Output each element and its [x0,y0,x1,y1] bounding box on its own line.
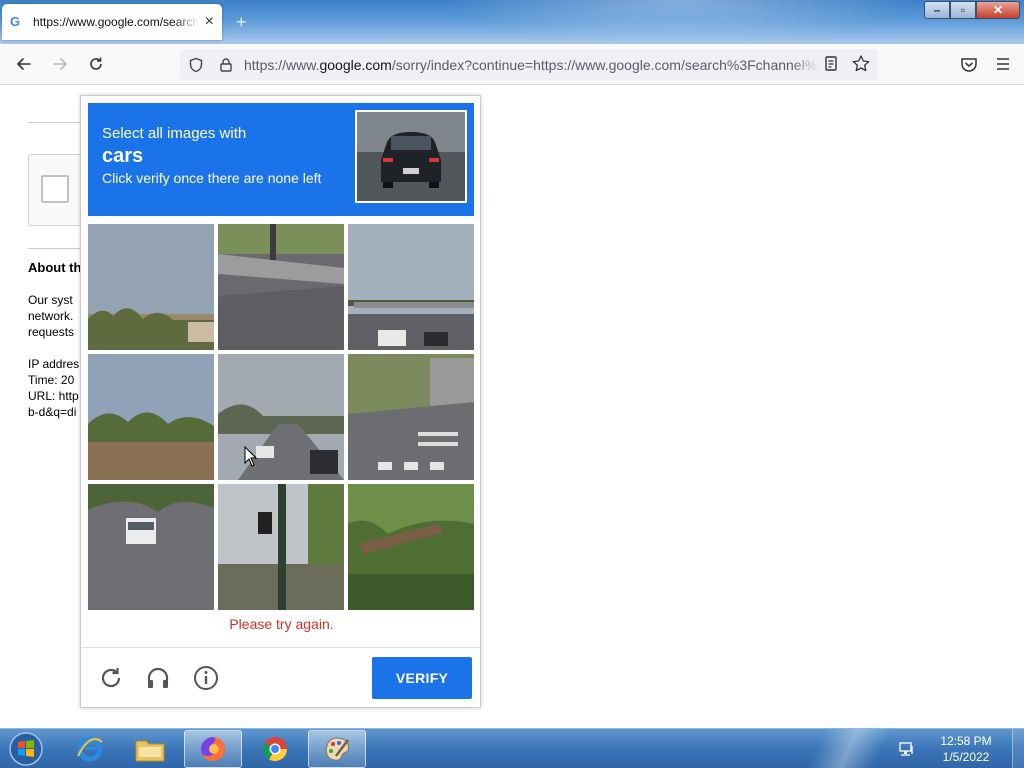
sub-instruction-text: Click verify once there are none left [102,170,322,186]
forward-arrow-icon [53,58,68,70]
reload-icon [90,57,102,70]
image-tile-9[interactable] [348,484,474,610]
body-line: requests [28,325,75,339]
refresh-icon [101,668,121,688]
url-continued-line: b-d&q=di [28,405,77,419]
menu-hamburger-icon[interactable] [992,48,1014,80]
maximize-button[interactable]: ▫ [950,1,976,19]
browser-tab[interactable]: G https://www.google.com/search?channel … [2,4,222,40]
challenge-footer: VERIFY [81,647,480,707]
clock-date: 1/5/2022 [942,750,990,764]
shield-icon[interactable] [188,57,204,73]
image-tile-1[interactable] [88,224,214,350]
bookmark-star-icon[interactable] [850,53,872,75]
system-tray: 12:58 PM 1/5/2022 [898,729,1024,768]
about-heading: About th [28,260,82,275]
taskbar-paint[interactable] [308,730,366,768]
google-favicon-icon: G [10,14,21,29]
instruction-text: Select all images with [102,125,247,142]
forward-button[interactable] [44,48,76,80]
system-clock[interactable]: 12:58 PM 1/5/2022 [926,733,1006,765]
image-grid [88,224,474,610]
image-tile-6[interactable] [348,354,474,480]
challenge-header: Select all images with cars Click verify… [88,103,474,216]
divider [28,248,88,249]
new-tab-icon[interactable]: + [236,12,247,33]
taskbar-chrome[interactable] [246,730,304,768]
window-controls: – ▫ ✕ [924,1,1020,19]
lock-icon[interactable] [218,57,234,73]
audio-challenge-button[interactable] [142,662,174,694]
reload-button[interactable] [80,48,112,80]
tab-close-icon[interactable]: × [205,14,214,30]
divider [28,122,88,123]
time-line: Time: 20 [28,373,75,387]
url-text[interactable]: https://www.google.com/sorry/index?conti… [244,57,820,73]
url-line: URL: http [28,389,79,403]
body-line: Our syst [28,293,73,307]
taskbar-file-explorer[interactable] [121,730,179,768]
recaptcha-checkbox-card [28,154,88,226]
image-tile-3[interactable] [348,224,474,350]
tab-title: https://www.google.com/search?channel [33,15,199,29]
headphones-icon [147,667,169,688]
address-bar[interactable]: https://www.google.com/sorry/index?conti… [180,49,878,80]
ip-address-line: IP addres [28,357,80,371]
url-host: google.com [319,56,392,73]
error-message: Please try again. [229,616,334,632]
reload-challenge-button[interactable] [95,662,127,694]
back-arrow-icon [16,58,31,70]
image-tile-7[interactable] [88,484,214,610]
reader-view-icon[interactable] [820,53,842,75]
minimize-button[interactable]: – [924,1,950,19]
paint-palette-icon [325,737,349,761]
url-path: /sorry/index?continue=https://www.google… [391,56,820,73]
image-tile-4[interactable] [88,354,214,480]
help-button[interactable] [190,662,222,694]
body-line: network. [28,309,74,323]
recaptcha-checkbox[interactable] [41,175,69,203]
image-tile-5[interactable] [218,354,344,480]
taskbar: 12:58 PM 1/5/2022 [0,728,1024,768]
windows-logo-icon [9,732,43,766]
clock-time: 12:58 PM [940,734,992,748]
start-button[interactable] [4,729,48,768]
firefox-icon [201,737,225,761]
folder-icon [135,740,165,762]
network-icon[interactable] [898,740,916,758]
back-button[interactable] [8,48,40,80]
image-tile-2[interactable] [218,224,344,350]
navigation-toolbar: https://www.google.com/sorry/index?conti… [0,44,1024,85]
info-icon [194,666,218,690]
mouse-cursor-icon [244,446,258,467]
taskbar-firefox[interactable] [184,730,242,768]
close-window-button[interactable]: ✕ [976,1,1020,19]
internet-explorer-icon [77,736,103,762]
verify-button[interactable]: VERIFY [372,657,472,699]
target-object-text: cars [102,145,144,167]
sample-car-image [355,110,467,203]
chrome-icon [262,737,287,762]
show-desktop-button[interactable] [1012,729,1024,768]
url-prefix: https://www. [244,56,320,73]
browser-titlebar: G https://www.google.com/search?channel … [0,0,1024,44]
pocket-icon[interactable] [958,48,980,80]
taskbar-internet-explorer[interactable] [61,730,119,768]
image-tile-8[interactable] [218,484,344,610]
recaptcha-challenge: Select all images with cars Click verify… [80,95,481,708]
